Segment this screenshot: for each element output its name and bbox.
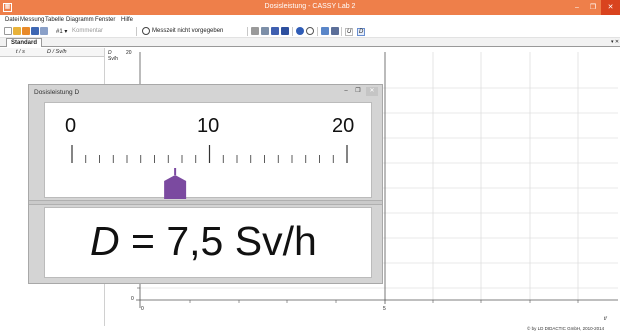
display-close-button[interactable]: ✕ <box>366 87 378 96</box>
x-axis-unit-label: t/ <box>604 316 607 322</box>
readout-value-line: D = 7,5 Sv/h <box>90 218 317 265</box>
x-axis-five-label: 5 <box>383 306 386 312</box>
y-axis-max-label: 20 <box>126 50 132 56</box>
display-divider[interactable] <box>29 200 382 205</box>
x-axis-zero-label: 0 <box>141 306 144 312</box>
digital-readout-panel: D = 7,5 Sv/h <box>44 207 372 278</box>
analog-scale-panel: 0 10 20 <box>44 102 372 199</box>
readout-equals: = <box>119 218 167 264</box>
y-axis-zero-label: 0 <box>131 296 134 302</box>
readout-symbol: D <box>90 218 120 264</box>
display-title: Dosisleistung D <box>34 89 80 96</box>
copyright-notice: © by LD DIDACTIC GmbH, 2010-2014 <box>527 326 605 331</box>
display-maximize-button[interactable]: ❐ <box>352 87 364 96</box>
y-axis-unit: Sv/h <box>108 56 119 62</box>
readout-value: 7,5 <box>166 218 224 264</box>
readout-unit: Sv/h <box>234 218 317 264</box>
y-axis-label: D Sv/h <box>108 50 118 62</box>
display-minimize-button[interactable]: – <box>340 87 352 96</box>
scale-value-indicator <box>164 175 187 199</box>
scale-ticks <box>71 145 348 199</box>
dose-rate-display-window[interactable]: Dosisleistung D – ❐ ✕ 0 10 20 D = 7,5 Sv… <box>28 84 383 284</box>
